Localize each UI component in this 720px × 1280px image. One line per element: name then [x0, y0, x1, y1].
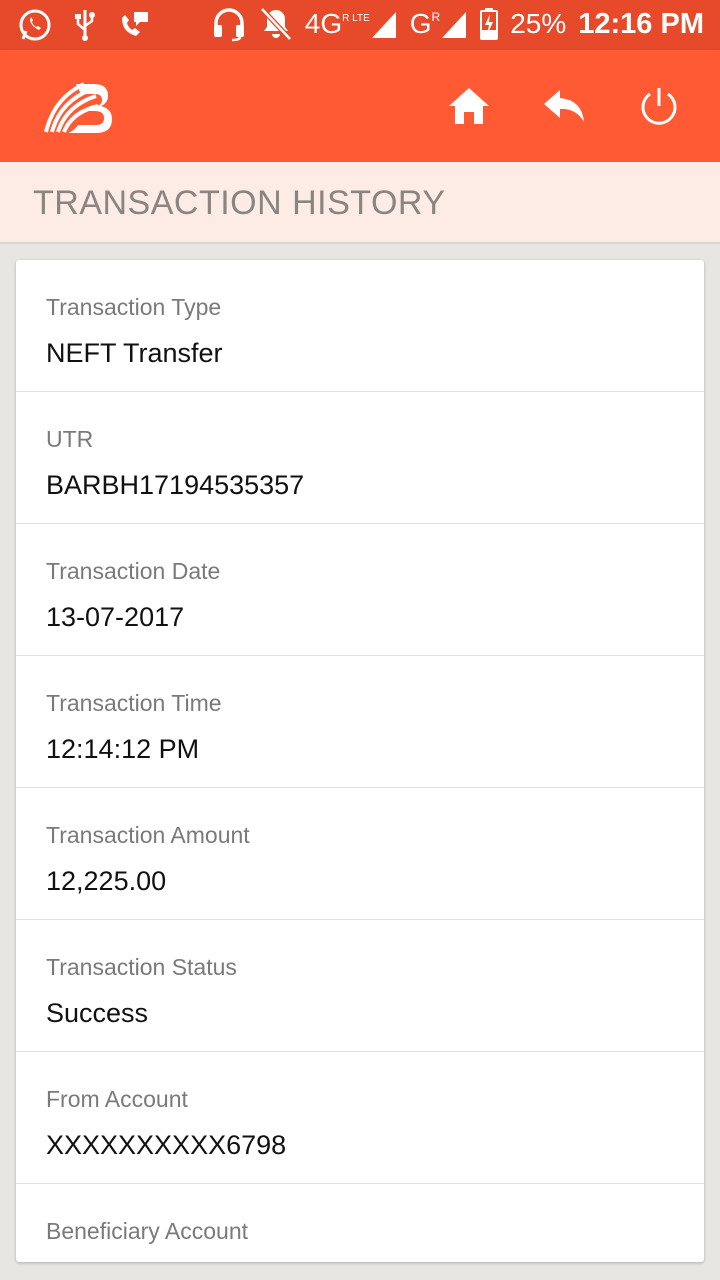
- detail-value: 12,225.00: [46, 866, 167, 896]
- network-badge-label: R LTE: [342, 13, 370, 24]
- status-time: 12:16 PM: [578, 7, 704, 40]
- network2-type-label: G: [409, 8, 432, 39]
- signal-icon: [371, 12, 396, 38]
- logout-power-icon[interactable]: [637, 84, 681, 128]
- detail-label: Transaction Time: [46, 690, 222, 716]
- detail-row-transaction-status: Transaction Status Success: [16, 920, 704, 1052]
- detail-label: Transaction Amount: [46, 822, 250, 848]
- missed-call-chat-icon: [122, 12, 148, 36]
- bank-logo[interactable]: [40, 78, 114, 138]
- network-type-label: 4G: [304, 8, 343, 39]
- detail-row-transaction-time: Transaction Time 12:14:12 PM: [16, 656, 704, 788]
- detail-value: Success: [46, 998, 149, 1028]
- detail-value: BARBH17194535357: [46, 470, 305, 500]
- detail-label: UTR: [46, 426, 94, 452]
- detail-row-from-account: From Account XXXXXXXXXX6798: [16, 1052, 704, 1184]
- network2-badge-label: R: [431, 10, 441, 24]
- whatsapp-icon: [19, 9, 51, 41]
- detail-row-transaction-date: Transaction Date 13-07-2017: [16, 524, 704, 656]
- home-icon[interactable]: [447, 84, 491, 128]
- detail-label: Transaction Date: [46, 558, 221, 584]
- detail-value: 12:14:12 PM: [46, 734, 200, 764]
- headset-icon: [213, 8, 244, 42]
- detail-value: NEFT Transfer: [46, 338, 223, 368]
- detail-row-transaction-amount: Transaction Amount 12,225.00: [16, 788, 704, 920]
- status-bar: 4G R LTE G R 25% 12:16 PM: [0, 0, 720, 50]
- detail-value: 13-07-2017: [46, 602, 185, 632]
- app-bar: [0, 50, 720, 162]
- back-icon[interactable]: [542, 84, 586, 128]
- battery-percent: 25%: [510, 8, 567, 39]
- detail-row-beneficiary-account: Beneficiary Account: [16, 1184, 704, 1262]
- transaction-details-card: Transaction Type NEFT Transfer UTR BARBH…: [16, 260, 704, 1262]
- page-title: TRANSACTION HISTORY: [33, 184, 446, 222]
- detail-label: Beneficiary Account: [46, 1218, 249, 1244]
- detail-label: Transaction Type: [46, 294, 222, 320]
- notifications-off-icon: [259, 7, 292, 41]
- battery-charging-icon: [480, 8, 499, 40]
- detail-row-utr: UTR BARBH17194535357: [16, 392, 704, 524]
- detail-value: XXXXXXXXXX6798: [46, 1130, 287, 1160]
- usb-icon: [75, 10, 95, 41]
- page-header: TRANSACTION HISTORY: [0, 162, 720, 244]
- signal2-icon: [442, 12, 467, 38]
- detail-label: Transaction Status: [46, 954, 237, 980]
- detail-row-transaction-type: Transaction Type NEFT Transfer: [16, 260, 704, 392]
- detail-label: From Account: [46, 1086, 188, 1112]
